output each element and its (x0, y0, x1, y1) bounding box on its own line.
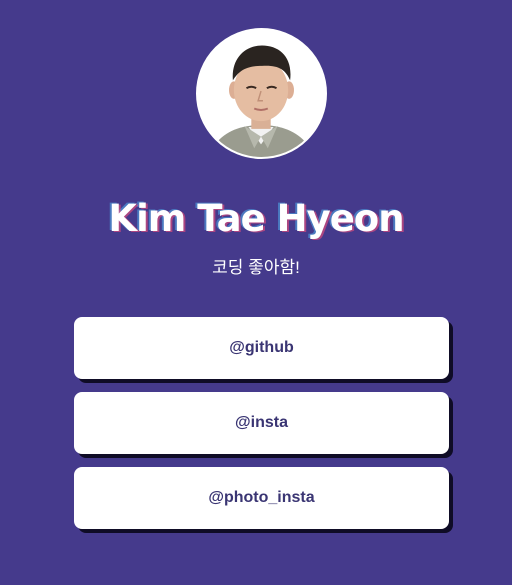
profile-photo-illustration (198, 30, 325, 157)
photo-insta-link-button[interactable]: @photo_insta (74, 467, 449, 529)
link-list: @github @insta @photo_insta (74, 317, 449, 542)
github-link-button[interactable]: @github (74, 317, 449, 379)
profile-avatar (196, 28, 327, 159)
profile-name: Kim Tae Hyeon (108, 197, 404, 240)
insta-link-button[interactable]: @insta (74, 392, 449, 454)
profile-bio: 코딩 좋아함! (212, 258, 300, 277)
